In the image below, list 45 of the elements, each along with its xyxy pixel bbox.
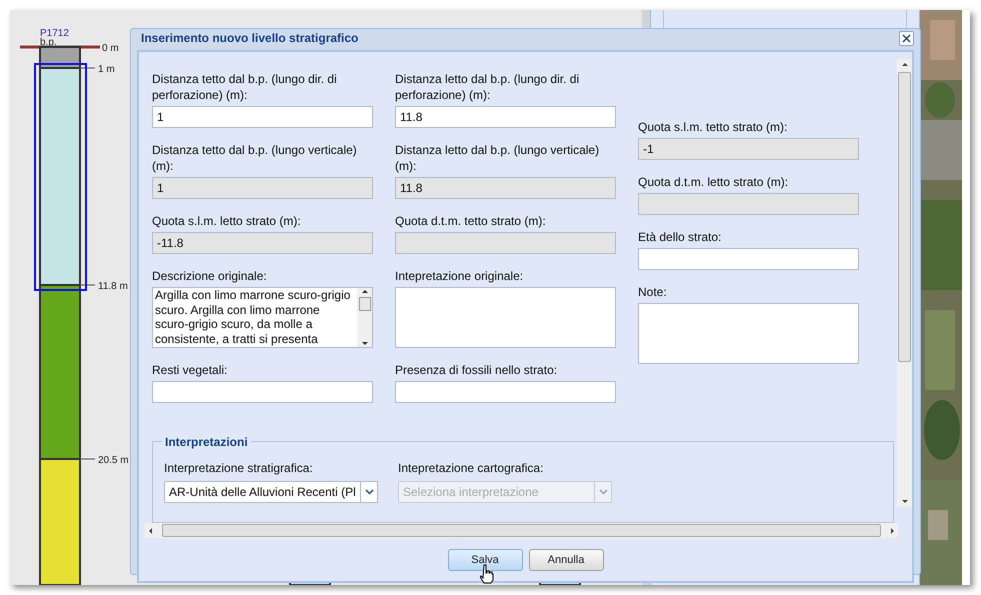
- dropdown[interactable]: AR-Unità delle Alluvioni Recenti (Pl: [164, 481, 378, 503]
- depth-label: 1 m: [98, 64, 115, 75]
- text-field[interactable]: [395, 381, 616, 403]
- field-label: Distanza tetto dal b.p. (lungo verticale) (m):: [152, 142, 358, 174]
- field-label: Intepretazione originale:: [395, 268, 524, 284]
- text-area[interactable]: Argilla con limo marrone scuro-grigio scuro. Argilla con limo marrone scuro-grigio scuro, da molle a consistente, a tratti si presenta: [152, 287, 373, 348]
- read-only-field[interactable]: 11.8: [395, 177, 616, 199]
- horizontal-scrollbar[interactable]: [145, 523, 898, 538]
- field-label: Distanza tetto dal b.p. (lungo dir. di perforazione) (m):: [152, 71, 338, 103]
- text-field[interactable]: [152, 381, 373, 403]
- read-only-field[interactable]: [395, 232, 616, 254]
- depth-label: 0 m: [102, 43, 119, 54]
- text-field[interactable]: [638, 248, 859, 270]
- hand-cursor-icon: [480, 564, 494, 584]
- field-label: Distanza letto dal b.p. (lungo verticale) (m):: [395, 142, 600, 174]
- field-label: Descrizione originale:: [152, 268, 268, 284]
- text-field[interactable]: 1: [152, 106, 373, 128]
- datum-label: b.p.: [40, 37, 57, 48]
- field-label: Resti vegetali:: [152, 362, 228, 378]
- field-label: Quota s.l.m. letto strato (m):: [152, 213, 302, 229]
- field-label: Quota d.t.m. tetto strato (m):: [395, 213, 547, 229]
- depth-label: 20.5 m: [98, 455, 129, 466]
- read-only-field[interactable]: -11.8: [152, 232, 373, 254]
- vertical-scrollbar[interactable]: [897, 59, 912, 507]
- dialog-title: Inserimento nuovo livello stratigrafico: [141, 30, 358, 47]
- borehole-code: P1712: [40, 28, 69, 39]
- field-label: Note:: [638, 284, 668, 300]
- field-label: Quota d.t.m. letto strato (m):: [638, 174, 790, 190]
- text-area[interactable]: [395, 287, 616, 348]
- scrollbar[interactable]: [357, 288, 372, 347]
- read-only-field[interactable]: 1: [152, 177, 373, 199]
- depth-label: 11.8 m: [98, 281, 128, 292]
- dialog-button[interactable]: Annulla: [528, 549, 604, 572]
- field-label: Età dello strato:: [638, 229, 722, 245]
- field-label: Presenza di fossili nello strato:: [395, 362, 558, 378]
- close-icon[interactable]: [899, 30, 914, 46]
- field-label: Distanza letto dal b.p. (lungo dir. di perforazione) (m):: [395, 71, 580, 103]
- text-area[interactable]: [638, 303, 859, 364]
- field-label: Interpretazione stratigrafica:: [164, 460, 314, 476]
- field-label: Intepretazione cartografica:: [398, 460, 544, 476]
- read-only-field[interactable]: [638, 193, 859, 215]
- dialog-button[interactable]: Salva: [448, 549, 522, 572]
- field-label: Quota s.l.m. tetto strato (m):: [638, 119, 788, 135]
- text-field[interactable]: 11.8: [395, 106, 616, 128]
- read-only-field[interactable]: -1: [638, 138, 859, 160]
